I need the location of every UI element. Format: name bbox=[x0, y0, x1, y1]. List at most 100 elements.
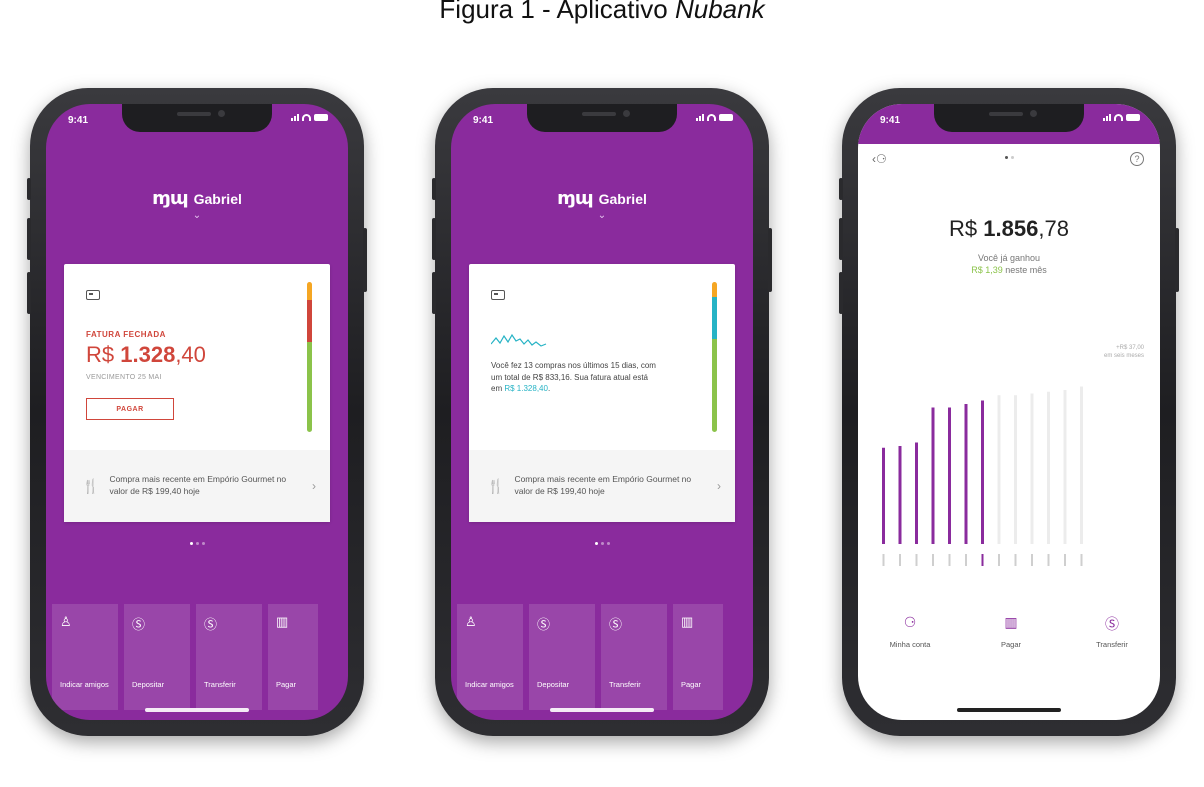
caption-app-name: Nubank bbox=[674, 0, 765, 24]
chart-bar bbox=[948, 407, 951, 544]
signal-icon bbox=[696, 114, 704, 121]
user-name: Gabriel bbox=[193, 190, 242, 207]
battery-icon bbox=[719, 114, 733, 121]
brand-header[interactable]: ɱɰ Gabriel bbox=[46, 188, 348, 209]
stripe-segment bbox=[712, 282, 717, 297]
credit-card-icon bbox=[491, 290, 505, 300]
chart-bar bbox=[1063, 390, 1067, 544]
spending-summary: Você fez 13 compras nos últimos 15 dias,… bbox=[491, 361, 656, 394]
due-date: VENCIMENTO 25 MAI bbox=[86, 374, 162, 381]
chart-tick bbox=[1047, 554, 1050, 566]
chart-tick bbox=[1014, 554, 1017, 566]
signal-icon bbox=[1103, 114, 1111, 121]
chevron-right-icon: › bbox=[717, 479, 721, 493]
chart-bar bbox=[1080, 386, 1083, 544]
chart-bar bbox=[997, 395, 1001, 544]
spending-wave-icon bbox=[491, 333, 547, 347]
page-indicator bbox=[451, 542, 753, 545]
deposit-icon: Ⓢ bbox=[132, 617, 146, 632]
status-icons bbox=[291, 114, 328, 121]
earnings-text: Você já ganhou R$ 1,39 neste mês bbox=[971, 253, 1047, 276]
battery-icon bbox=[314, 114, 328, 121]
recent-purchase-row[interactable]: 🍴 Compra mais recente em Empório Gourmet… bbox=[469, 450, 735, 522]
chart-bar bbox=[898, 446, 902, 544]
recent-purchase-text: Compra mais recente em Empório Gourmet n… bbox=[109, 474, 287, 496]
status-time: 9:41 bbox=[880, 115, 901, 126]
chart-bar bbox=[882, 447, 885, 544]
chart-tick bbox=[948, 554, 951, 566]
action-indicar[interactable]: ♙ Indicar amigos bbox=[457, 604, 523, 710]
wifi-icon bbox=[302, 114, 311, 121]
stripe-segment bbox=[712, 339, 717, 432]
action-bar: ♙ Indicar amigos Ⓢ Depositar Ⓢ Transferir ▥… bbox=[52, 604, 348, 710]
user-plus-icon: ♙ bbox=[465, 614, 477, 629]
nubank-logo-icon: ɱɰ bbox=[557, 188, 594, 209]
account-action-bar: ⚆ Minha conta ▥ Pagar Ⓢ Transferir bbox=[858, 614, 1160, 649]
balance-history-chart bbox=[882, 386, 1083, 566]
chart-bar bbox=[1047, 391, 1050, 544]
action-label: Transferir bbox=[609, 680, 641, 690]
action-transferir[interactable]: Ⓢ Transferir bbox=[601, 604, 667, 710]
fatura-status: FATURA FECHADA bbox=[86, 330, 166, 339]
action-depositar[interactable]: Ⓢ Depositar bbox=[529, 604, 595, 710]
action-indicar[interactable]: ♙ Indicar amigos bbox=[52, 604, 118, 710]
action-label: Indicar amigos bbox=[465, 680, 514, 690]
signal-icon bbox=[291, 114, 299, 121]
action-minha-conta[interactable]: ⚆ Minha conta bbox=[880, 614, 940, 649]
credit-card-icon bbox=[86, 290, 100, 300]
home-indicator[interactable] bbox=[957, 708, 1061, 712]
chart-tick bbox=[965, 554, 967, 566]
pay-button[interactable]: PAGAR bbox=[86, 398, 174, 420]
brand-header[interactable]: ɱɰ Gabriel bbox=[451, 188, 753, 209]
user-name: Gabriel bbox=[598, 190, 647, 207]
action-label: Depositar bbox=[132, 680, 165, 690]
phone-3-screen: 9:41 ‹⚆ ? R$ 1.856,78 Você já ganhou R$ … bbox=[858, 104, 1160, 720]
chart-note: +R$ 37,00 em seis meses bbox=[1103, 345, 1144, 360]
limit-stripe bbox=[712, 282, 717, 432]
transfer-icon: Ⓢ bbox=[204, 617, 218, 632]
chart-bar bbox=[964, 404, 968, 544]
chevron-right-icon: › bbox=[312, 479, 316, 493]
chart-tick bbox=[1064, 554, 1066, 566]
spending-card-panel[interactable]: Você fez 13 compras nos últimos 15 dias,… bbox=[469, 264, 735, 522]
action-transferir[interactable]: Ⓢ Transferir bbox=[1082, 614, 1142, 649]
back-account-icon[interactable]: ‹⚆ bbox=[872, 152, 887, 166]
credit-card-panel[interactable]: FATURA FECHADA R$ 1.328,40 VENCIMENTO 25… bbox=[64, 264, 330, 522]
status-icons bbox=[1103, 114, 1140, 121]
action-pagar[interactable]: ▥ Pagar bbox=[981, 614, 1041, 649]
status-time: 9:41 bbox=[473, 115, 494, 126]
caption-prefix: Figura 1 - Aplicativo bbox=[439, 0, 675, 24]
chart-bar bbox=[931, 407, 935, 544]
action-pagar[interactable]: ▥ Pagar bbox=[673, 604, 723, 710]
home-indicator[interactable] bbox=[550, 708, 654, 712]
action-label: Indicar amigos bbox=[60, 680, 109, 690]
chevron-down-icon[interactable]: ⌄ bbox=[46, 210, 348, 221]
action-transferir[interactable]: Ⓢ Transferir bbox=[196, 604, 262, 710]
action-label: Transferir bbox=[204, 680, 236, 690]
page-indicator bbox=[46, 542, 348, 545]
action-depositar[interactable]: Ⓢ Depositar bbox=[124, 604, 190, 710]
user-plus-icon: ♙ bbox=[60, 614, 72, 629]
figure-caption: Figura 1 - Aplicativo Nubank bbox=[0, 0, 1204, 25]
help-icon[interactable]: ? bbox=[1130, 152, 1144, 166]
battery-icon bbox=[1126, 114, 1140, 121]
chart-bar bbox=[981, 400, 984, 544]
account-icon: ⚆ bbox=[903, 614, 917, 630]
barcode-icon: ▥ bbox=[276, 614, 289, 629]
stripe-segment bbox=[307, 282, 312, 300]
phone-1-screen: 9:41 ɱɰ Gabriel ⌄ FATURA FECHADA R$ 1.32… bbox=[46, 104, 348, 720]
action-pagar[interactable]: ▥ Pagar bbox=[268, 604, 318, 710]
stripe-segment bbox=[307, 300, 312, 342]
barcode-icon: ▥ bbox=[1004, 614, 1018, 630]
recent-purchase-row[interactable]: 🍴 Compra mais recente em Empório Gourmet… bbox=[64, 450, 330, 522]
wifi-icon bbox=[707, 114, 716, 121]
chart-tick bbox=[998, 554, 1000, 566]
action-label: Transferir bbox=[1096, 640, 1128, 649]
home-indicator[interactable] bbox=[145, 708, 249, 712]
chart-tick bbox=[915, 554, 918, 566]
chevron-down-icon[interactable]: ⌄ bbox=[451, 210, 753, 221]
barcode-icon: ▥ bbox=[681, 614, 694, 629]
recent-purchase-text: Compra mais recente em Empório Gourmet n… bbox=[514, 474, 692, 496]
chart-tick bbox=[932, 554, 934, 566]
phone-2-screen: 9:41 ɱɰ Gabriel ⌄ Você fez 13 compras no… bbox=[451, 104, 753, 720]
